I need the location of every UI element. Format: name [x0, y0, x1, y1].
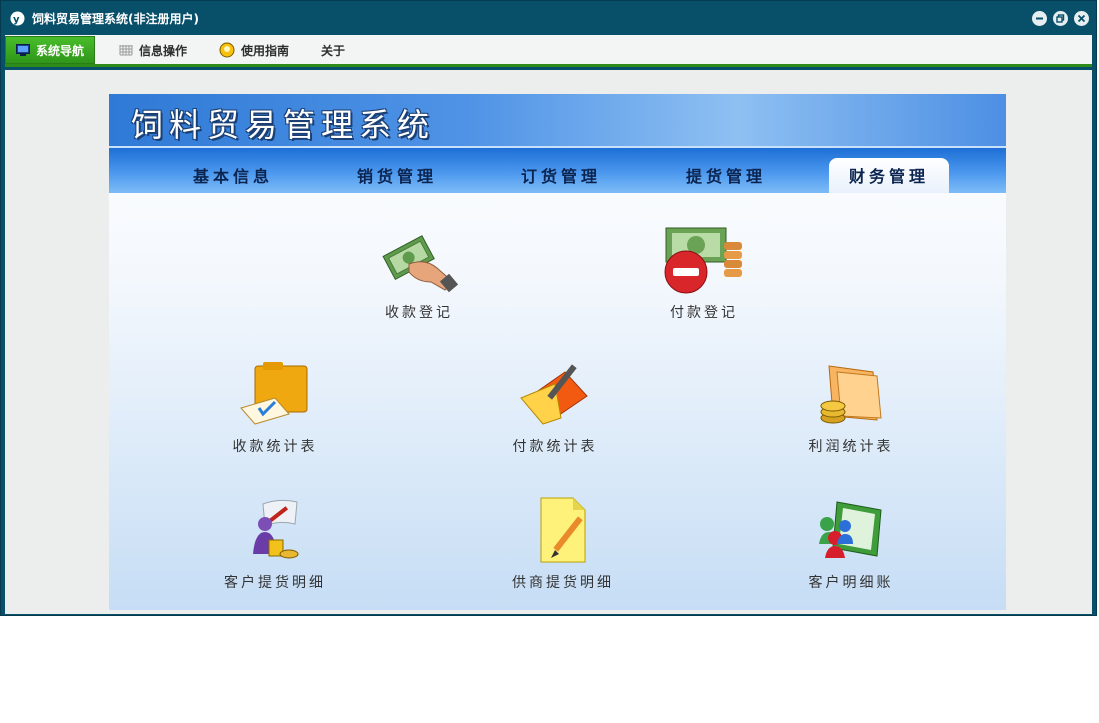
item-customer-ledger[interactable]: 客户明细账 — [781, 494, 921, 592]
note-pencil-icon — [540, 497, 586, 563]
title-bar: y 饲料贸易管理系统(非注册用户) — [1, 1, 1096, 35]
main-content: 饲料贸易管理系统 基本信息 销货管理 订货管理 提货管理 财务管理 收款登记 付… — [5, 70, 1092, 614]
item-label: 收款登记 — [385, 305, 453, 321]
system-banner: 饲料贸易管理系统 — [109, 94, 1006, 146]
finance-panel: 饲料贸易管理系统 基本信息 销货管理 订货管理 提货管理 财务管理 收款登记 付… — [109, 94, 1006, 610]
item-supplier-pickup[interactable]: 供商提货明细 — [493, 494, 633, 592]
item-label: 供商提货明细 — [512, 575, 614, 591]
menu-user-guide[interactable]: 使用指南 — [219, 37, 289, 63]
item-payment-stats[interactable]: 付款统计表 — [485, 358, 625, 456]
menu-info-ops[interactable]: 信息操作 — [119, 37, 187, 63]
tab-basic-info[interactable]: 基本信息 — [173, 162, 293, 192]
money-hand-icon — [382, 235, 459, 293]
folder-coins-icon — [820, 365, 882, 424]
grid-icon — [119, 45, 133, 56]
item-label: 客户提货明细 — [224, 575, 326, 591]
menu-about[interactable]: 关于 — [321, 37, 345, 63]
person-scroll-icon — [253, 499, 299, 559]
restore-button[interactable] — [1053, 11, 1068, 26]
monitor-icon — [16, 44, 30, 56]
bulb-icon — [219, 42, 235, 58]
app-logo-icon: y — [10, 11, 25, 26]
tab-pickup[interactable]: 提货管理 — [666, 162, 786, 192]
ledger-people-icon — [819, 501, 882, 558]
item-label: 客户明细账 — [808, 575, 894, 591]
item-label: 利润统计表 — [808, 439, 894, 455]
close-icon — [1077, 14, 1086, 23]
minimize-icon — [1036, 17, 1043, 20]
tab-finance[interactable]: 财务管理 — [829, 158, 949, 193]
item-customer-pickup[interactable]: 客户提货明细 — [205, 494, 345, 592]
tab-orders[interactable]: 订货管理 — [501, 162, 621, 192]
minimize-button[interactable] — [1032, 11, 1047, 26]
menu-label: 系统导航 — [36, 43, 85, 58]
app-window: y 饲料贸易管理系统(非注册用户) 系统导航 信息操作 使用指南 关于 饲料贸易… — [0, 0, 1097, 616]
close-button[interactable] — [1074, 11, 1089, 26]
banner-title: 饲料贸易管理系统 — [131, 106, 436, 144]
folder-check-icon — [240, 362, 308, 425]
menu-system-nav[interactable]: 系统导航 — [5, 36, 96, 64]
money-minus-icon — [664, 227, 742, 294]
item-label: 付款登记 — [670, 305, 738, 321]
menu-label: 使用指南 — [241, 43, 290, 58]
folder-pen-icon — [520, 364, 588, 425]
item-receipt-register[interactable]: 收款登记 — [349, 224, 489, 322]
restore-icon — [1056, 14, 1065, 23]
item-receipt-stats[interactable]: 收款统计表 — [205, 358, 345, 456]
svg-text:y: y — [13, 15, 20, 26]
menu-label: 信息操作 — [139, 43, 188, 58]
module-tabs: 基本信息 销货管理 订货管理 提货管理 财务管理 — [109, 146, 1006, 193]
tab-sales[interactable]: 销货管理 — [337, 162, 457, 192]
item-profit-stats[interactable]: 利润统计表 — [781, 358, 921, 456]
window-title: 饲料贸易管理系统(非注册用户) — [32, 12, 199, 26]
item-label: 付款统计表 — [512, 439, 598, 455]
menu-bar: 系统导航 信息操作 使用指南 关于 — [5, 35, 1092, 67]
item-payment-register[interactable]: 付款登记 — [634, 224, 774, 322]
menu-label: 关于 — [321, 43, 346, 58]
item-label: 收款统计表 — [232, 439, 318, 455]
